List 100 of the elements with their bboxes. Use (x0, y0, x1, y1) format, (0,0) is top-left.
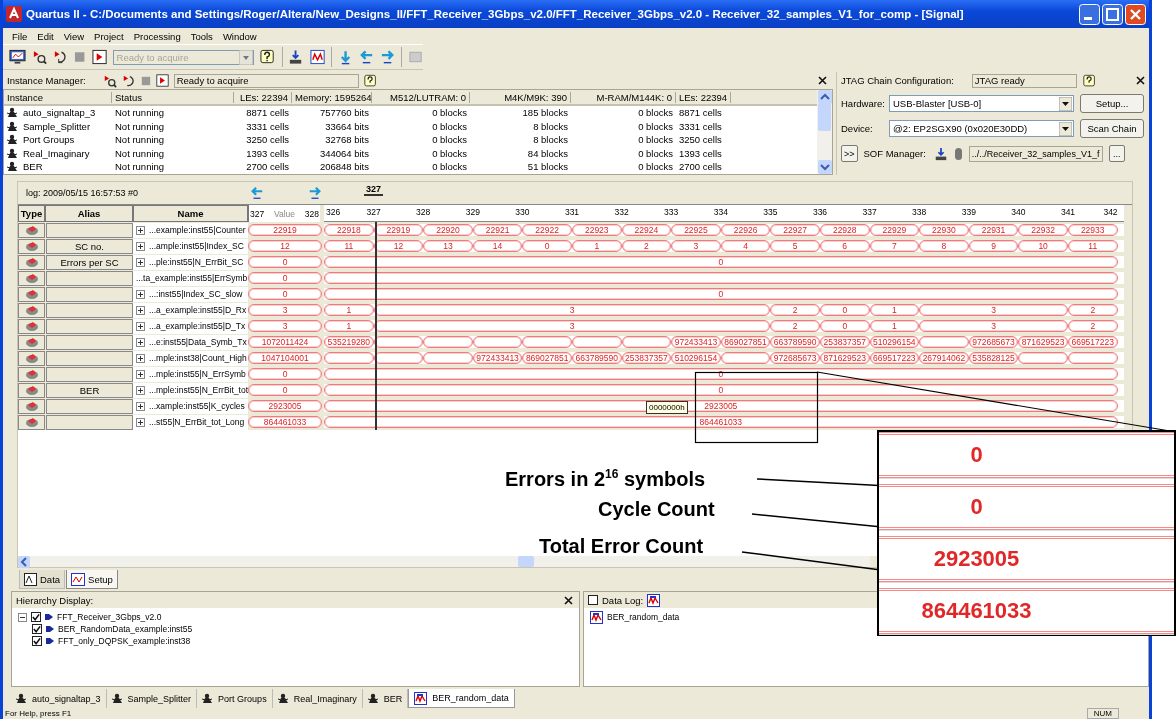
run-icon[interactable] (32, 49, 48, 65)
column-header[interactable]: M512/LUTRAM: 0 (372, 91, 470, 103)
checkbox[interactable] (32, 636, 42, 646)
maximize-icon[interactable] (1102, 3, 1123, 25)
instance-tab[interactable]: Port Groups (197, 689, 273, 708)
expand-icon[interactable] (136, 337, 145, 347)
checkbox[interactable] (32, 624, 42, 634)
menu-item[interactable]: Edit (37, 30, 54, 42)
left-arrow-icon[interactable] (358, 49, 374, 65)
checkbox[interactable] (588, 595, 598, 605)
scroll-thumb[interactable] (518, 556, 534, 567)
time-label: 328 (416, 207, 431, 217)
read-icon[interactable] (91, 49, 107, 65)
expand-icon[interactable] (136, 369, 145, 379)
program-device-icon[interactable] (933, 146, 948, 161)
expand-icon[interactable] (136, 257, 145, 267)
column-header[interactable]: M4K/M9K: 390 (470, 91, 571, 103)
tree-item[interactable]: FFT_Receiver_3Gbps_v2.0 (57, 612, 162, 622)
table-cell-text: 0 blocks (431, 120, 468, 132)
signal-value: 0 (820, 320, 870, 332)
expand-icon[interactable] (136, 417, 145, 427)
instance-tab[interactable]: Sample_Splitter (106, 689, 198, 708)
table-cell[interactable]: Sample_Splitter (23, 120, 91, 132)
table-cell[interactable]: auto_signaltap_3 (23, 107, 96, 119)
tree-item[interactable]: BER_RandomData_example:inst55 (58, 624, 193, 634)
alias-label: SC no. (74, 240, 104, 252)
cursor-label[interactable]: 327 (364, 184, 384, 196)
program-device-icon[interactable] (288, 49, 304, 65)
autorun-icon[interactable] (121, 73, 136, 88)
panel-title: JTAG Chain Configuration: (841, 75, 954, 86)
minimize-icon[interactable] (1079, 3, 1100, 25)
menu-item[interactable]: Tools (190, 30, 213, 42)
expand-button[interactable]: >> (841, 145, 858, 162)
signal-value: 0 (324, 256, 1118, 268)
setup-button[interactable]: Setup... (1080, 94, 1144, 113)
close-icon[interactable] (1136, 76, 1145, 85)
field-label: Device: (841, 123, 874, 134)
view-tab[interactable]: Setup (66, 570, 118, 589)
previous-transition-icon[interactable] (250, 186, 264, 200)
view-tab[interactable]: Data (19, 570, 66, 589)
expand-icon[interactable] (136, 241, 145, 251)
monitor-icon[interactable] (9, 48, 26, 66)
column-header[interactable]: Instance (4, 91, 112, 103)
close-icon[interactable] (818, 76, 827, 85)
scan-chain-button[interactable]: Scan Chain (1080, 119, 1144, 138)
window-title: Quartus II - C:/Documents and Settings/Roger/Altera/New_Designs_II/FFT_Receiver_3Gbps_v2.0/FFT_Receiver_3Gbps_v2.0 - Receiver_32_samples_V1_for_comp - [Signal] (26, 8, 965, 20)
scrollbar[interactable] (18, 556, 870, 567)
expand-icon[interactable] (136, 321, 145, 331)
waveform-segment (1018, 352, 1068, 364)
column-header: Alias (45, 205, 133, 222)
menu-item[interactable]: File (12, 30, 28, 42)
autorun-icon[interactable] (53, 49, 69, 65)
scroll-up-icon[interactable] (817, 90, 832, 104)
scroll-down-icon[interactable] (817, 160, 832, 174)
column-header[interactable]: Memory: 1595264 (292, 91, 372, 103)
menu-item[interactable]: Processing (133, 30, 181, 42)
zoomed-value: 0 (970, 442, 984, 468)
collapse-icon[interactable] (18, 612, 27, 622)
table-cell[interactable]: BER (23, 161, 43, 173)
signal-value: 22928 (819, 224, 870, 236)
instance-tab[interactable]: auto_signaltap_3 (11, 689, 107, 708)
table-cell[interactable]: Real_Imaginary (23, 147, 90, 159)
help-icon[interactable] (260, 49, 276, 65)
expand-icon[interactable] (136, 225, 145, 235)
expand-icon[interactable] (136, 401, 145, 411)
expand-icon[interactable] (136, 305, 145, 315)
scroll-thumb[interactable] (818, 103, 831, 131)
instance-icon (111, 693, 123, 704)
expand-icon[interactable] (136, 385, 145, 395)
log-item[interactable]: BER_random_data (607, 612, 680, 622)
column-header[interactable]: LEs: 22394 (234, 91, 292, 103)
menu-item[interactable]: View (63, 30, 85, 42)
right-arrow-icon[interactable] (379, 49, 395, 65)
browse-button[interactable]: ... (1108, 145, 1125, 162)
instance-tab[interactable]: Real_Imaginary (272, 689, 363, 708)
column-header[interactable]: M-RAM/M144K: 0 (571, 91, 676, 103)
read-icon[interactable] (155, 74, 169, 87)
attach-icon[interactable] (953, 146, 963, 161)
signal-value: 3 (919, 304, 1068, 316)
file-path-field[interactable]: ../../Receiver_32_samples_V1_f (968, 145, 1103, 162)
run-icon[interactable] (102, 73, 117, 88)
menu-item[interactable]: Project (94, 30, 124, 42)
column-header[interactable]: Status (112, 91, 234, 103)
signal-value: 22920 (423, 224, 473, 236)
hardware-dropdown[interactable]: USB-Blaster [USB-0] (889, 95, 1074, 112)
close-icon[interactable] (564, 595, 573, 605)
table-cell[interactable]: Port Groups (23, 134, 75, 146)
checkbox[interactable] (31, 612, 41, 622)
instance-tab[interactable]: BER_random_data (408, 689, 515, 708)
tree-item[interactable]: FFT_only_DQPSK_example:inst38 (58, 636, 191, 646)
device-dropdown[interactable]: @2: EP2SGX90 (0x020E30DD) (889, 120, 1074, 137)
menu-item[interactable]: Window (222, 30, 257, 42)
help-icon[interactable] (1082, 73, 1096, 88)
column-header[interactable]: LEs: 22394 (676, 91, 731, 103)
expand-icon[interactable] (136, 353, 145, 363)
help-icon[interactable] (363, 73, 377, 88)
scrollbar[interactable] (817, 90, 832, 174)
expand-icon[interactable] (136, 289, 145, 299)
waveform-icon[interactable] (309, 49, 325, 65)
next-transition-icon[interactable] (308, 186, 322, 200)
